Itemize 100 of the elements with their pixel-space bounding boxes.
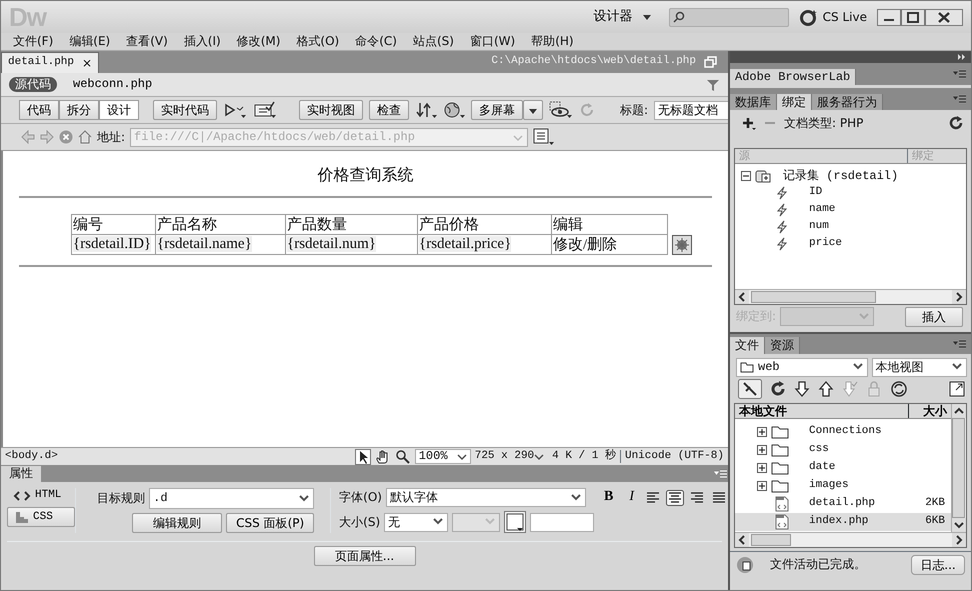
inspect-button[interactable]: 检查 <box>369 100 409 120</box>
align-center-icon[interactable] <box>666 490 684 506</box>
preview-eye-icon[interactable] <box>549 101 573 119</box>
file-item[interactable]: Connections <box>809 425 945 439</box>
tree-item[interactable]: ID <box>809 186 822 200</box>
mode-button[interactable]: HTML <box>7 488 76 504</box>
font-dropdown[interactable]: 默认字体 <box>386 488 586 507</box>
view-tab[interactable]: 代码 <box>19 100 59 120</box>
insert-button[interactable]: 插入 <box>905 306 963 327</box>
menu-item[interactable]: 编辑(E) <box>61 34 118 49</box>
scroll-right-icon[interactable] <box>952 290 966 304</box>
color-picker-icon[interactable] <box>504 511 526 533</box>
scroll-left-icon[interactable] <box>735 532 749 547</box>
menu-item[interactable]: 站点(S) <box>404 34 462 49</box>
file-item[interactable]: detail.php <box>809 497 922 511</box>
view-tab[interactable]: 拆分 <box>59 100 99 120</box>
close-button[interactable] <box>925 8 963 26</box>
expand-toggle-icon[interactable] <box>741 171 751 182</box>
view-dropdown[interactable]: 本地视图 <box>872 358 967 377</box>
add-icon[interactable] <box>742 116 756 130</box>
workspace-dropdown[interactable]: 设计器 <box>588 8 659 26</box>
column-header[interactable]: 大小 <box>909 404 951 418</box>
menu-item[interactable]: 查看(V) <box>118 34 176 49</box>
check-out-icon[interactable] <box>842 380 858 397</box>
page-properties-button[interactable]: 页面属性... <box>314 546 416 566</box>
panel-menu-icon[interactable] <box>714 468 728 480</box>
scroll-down-icon[interactable] <box>952 518 966 532</box>
file-item[interactable]: index.php <box>809 515 922 529</box>
panel-tab[interactable]: Adobe BrowserLab <box>730 68 856 85</box>
align-right-icon[interactable] <box>688 490 706 506</box>
window-size-dropdown[interactable]: 725 x 290 <box>474 450 544 464</box>
align-justify-icon[interactable] <box>710 490 728 506</box>
expand-toggle-icon[interactable] <box>757 426 767 437</box>
panel-tab[interactable]: 数据库 <box>730 94 777 110</box>
mode-button[interactable]: CSS <box>7 507 76 528</box>
log-button[interactable]: 日志... <box>911 554 965 575</box>
globe-icon[interactable] <box>443 101 465 119</box>
file-item[interactable]: css <box>809 443 945 457</box>
expand-panel-icon[interactable] <box>949 380 965 397</box>
edit-rule-button[interactable]: 编辑规则 <box>132 513 222 533</box>
scroll-up-icon[interactable] <box>952 404 966 418</box>
tag-selector[interactable]: <body.d> <box>5 450 58 464</box>
color-field[interactable] <box>530 512 594 532</box>
panel-menu-icon[interactable] <box>953 338 967 350</box>
tree-item[interactable]: num <box>809 220 829 234</box>
live-view-button[interactable]: 实时视图 <box>299 100 363 120</box>
menu-item[interactable]: 插入(I) <box>176 34 229 49</box>
menu-item[interactable]: 文件(F) <box>5 34 62 49</box>
expand-toggle-icon[interactable] <box>757 444 767 455</box>
target-rule-dropdown[interactable]: .d <box>149 488 314 509</box>
live-code-button[interactable]: 实时代码 <box>153 100 217 120</box>
panel-tab[interactable]: 文件 <box>730 337 765 354</box>
panel-tab[interactable]: 服务器行为 <box>812 94 883 110</box>
panel-menu-icon[interactable] <box>953 93 967 105</box>
related-file-tab[interactable]: webconn.php <box>67 77 158 92</box>
panel-tab[interactable]: 绑定 <box>777 94 812 110</box>
pointer-tool-icon[interactable] <box>354 448 371 464</box>
menu-item[interactable]: 修改(M) <box>228 34 288 49</box>
filter-icon[interactable] <box>706 78 720 92</box>
scroll-left-icon[interactable] <box>735 290 749 304</box>
file-item[interactable]: date <box>809 461 945 475</box>
transfer-arrows-icon[interactable] <box>415 101 437 119</box>
scrollbar-thumb[interactable] <box>751 534 791 546</box>
view-tab[interactable]: 设计 <box>99 100 139 120</box>
check-page-icon[interactable] <box>253 101 277 119</box>
tree-item[interactable]: 记录集 (rsdetail) <box>783 168 898 184</box>
menu-item[interactable]: 命令(C) <box>347 34 405 49</box>
site-dropdown[interactable]: web <box>736 358 868 377</box>
restore-icon[interactable] <box>704 56 718 68</box>
refresh-icon[interactable] <box>770 380 786 397</box>
tree-item[interactable]: price <box>809 237 842 251</box>
document-tab[interactable]: detail.php × <box>1 52 100 73</box>
multiscreen-button[interactable]: 多屏幕 <box>471 100 523 120</box>
zoom-field[interactable]: 100% <box>414 449 471 464</box>
bold-button[interactable]: B <box>598 488 620 507</box>
connect-icon[interactable] <box>738 378 762 399</box>
scrollbar-thumb[interactable] <box>751 290 876 303</box>
maximize-button[interactable] <box>901 8 925 26</box>
file-item[interactable]: images <box>809 479 945 493</box>
align-left-icon[interactable] <box>644 490 662 506</box>
scrollbar-thumb[interactable] <box>952 418 965 518</box>
close-tab-button[interactable]: × <box>82 56 92 70</box>
menu-item[interactable]: 窗口(W) <box>462 34 524 49</box>
minimize-button[interactable] <box>877 8 901 26</box>
multiscreen-dropdown-button[interactable] <box>523 100 543 120</box>
menu-item[interactable]: 格式(O) <box>288 34 348 49</box>
download-arrow-icon[interactable] <box>794 380 810 397</box>
panel-tab[interactable]: 资源 <box>765 337 800 354</box>
css-panel-button[interactable]: CSS 面板(P) <box>226 513 314 533</box>
zoom-tool-icon[interactable] <box>394 448 411 464</box>
related-file-tab[interactable]: 源代码 <box>9 77 57 92</box>
title-field[interactable]: 无标题文档 <box>654 100 728 120</box>
tree-item[interactable]: name <box>809 203 836 217</box>
home-icon[interactable] <box>78 130 92 144</box>
expand-toggle-icon[interactable] <box>757 480 767 491</box>
stop-icon[interactable] <box>59 130 73 144</box>
panel-menu-icon[interactable] <box>953 68 967 80</box>
refresh-icon[interactable] <box>949 116 963 130</box>
italic-button[interactable]: I <box>623 488 640 507</box>
scroll-right-icon[interactable] <box>952 532 966 547</box>
